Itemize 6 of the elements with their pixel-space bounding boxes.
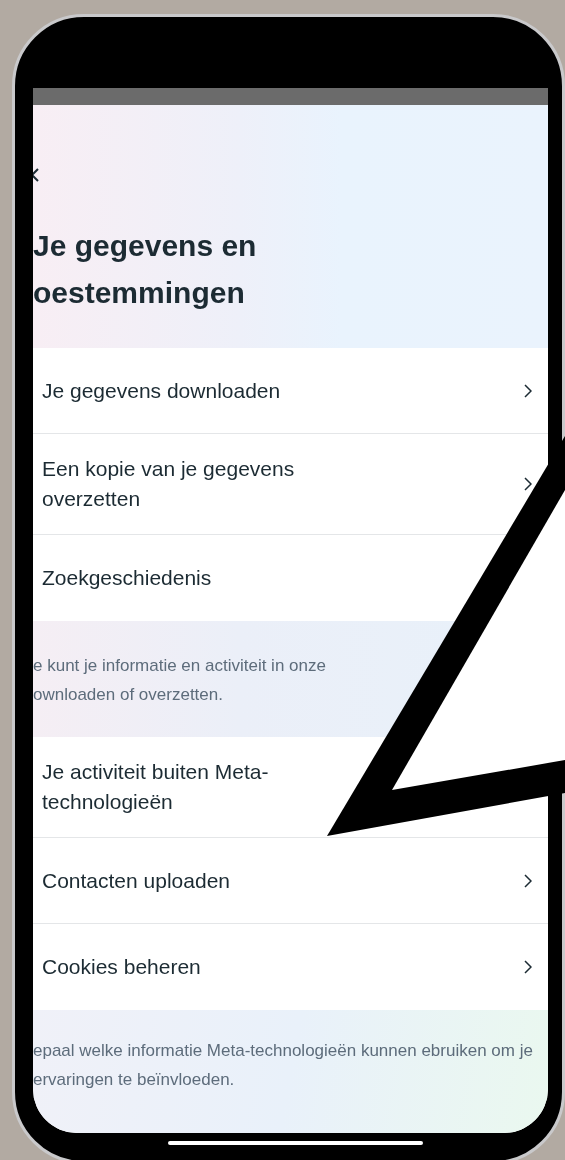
settings-item[interactable]: Cookies beheren xyxy=(33,924,548,1010)
section-caption: epaal welke informatie Meta-technologieën kunnen ebruiken om je ervaringen te beïnvloeden. xyxy=(33,1040,534,1091)
settings-item[interactable]: Je gegevens downloaden xyxy=(33,348,548,434)
settings-item[interactable]: Contacten uploaden xyxy=(33,838,548,924)
section-caption: e kunt je informatie en activiteit in onze ownloaden of overzetten. xyxy=(33,655,327,706)
page-title: Je gegevens en oestemmingen xyxy=(33,228,258,311)
